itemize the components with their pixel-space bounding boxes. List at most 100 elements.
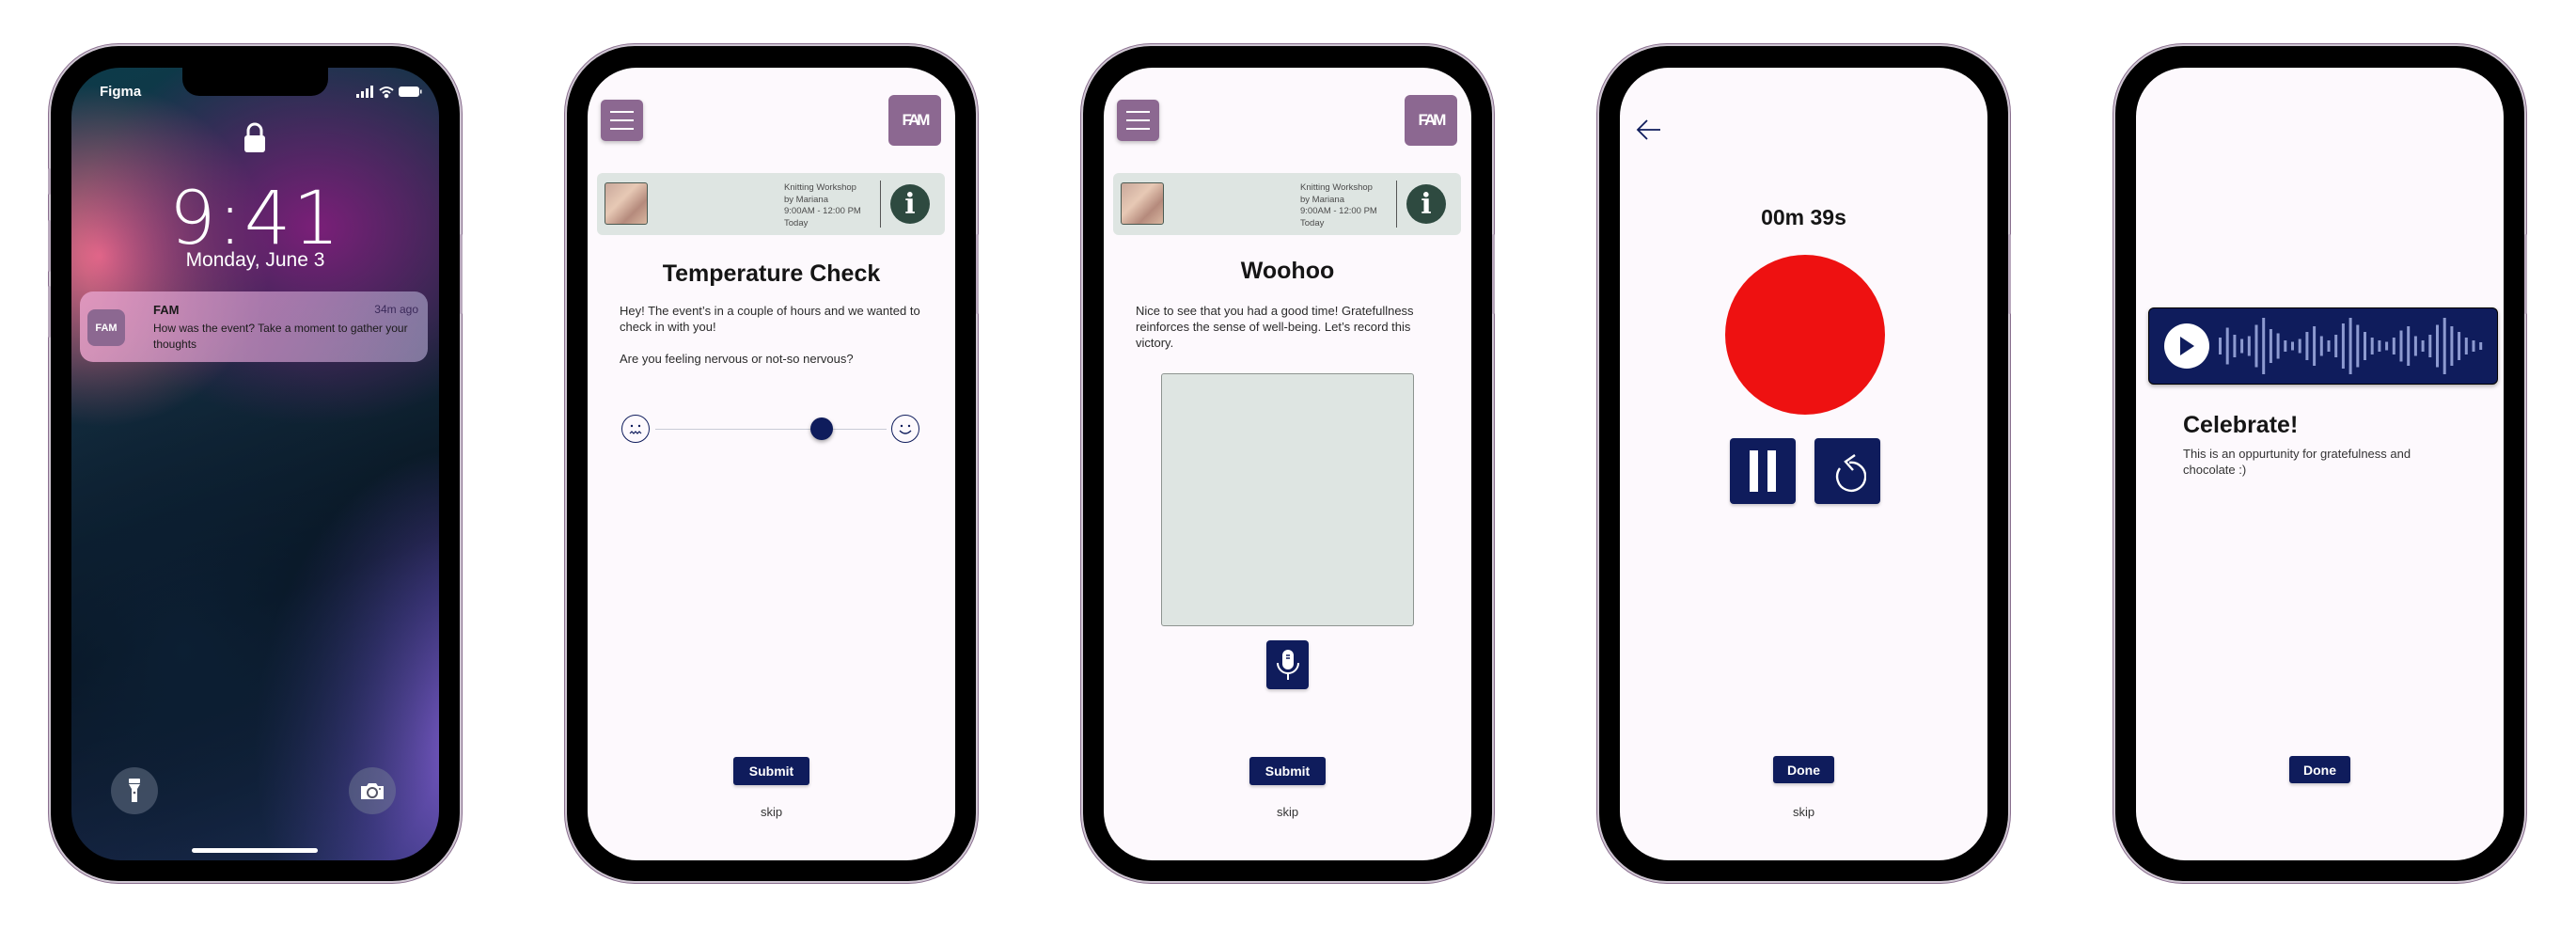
waveform-bar	[2233, 335, 2237, 357]
waveform-bar	[2298, 339, 2301, 354]
waveform-bar	[2428, 335, 2432, 357]
menu-button[interactable]	[1117, 100, 1159, 141]
waveform-bar	[2334, 335, 2338, 357]
celebrate-text: This is an oppurtunity for gratefulness …	[2183, 447, 2411, 477]
fam-logo[interactable]: FAM	[1405, 95, 1457, 146]
event-details: Knitting Workshop by Mariana 9:00AM - 12…	[1300, 182, 1377, 229]
submit-button[interactable]: Submit	[733, 757, 809, 785]
done-button[interactable]: Done	[1773, 756, 1834, 783]
waveform-bar	[2442, 318, 2446, 374]
play-button[interactable]	[2164, 323, 2209, 369]
event-thumbnail	[605, 182, 648, 225]
waveform-bar	[2240, 339, 2244, 354]
page-title: Celebrate!	[2183, 412, 2299, 438]
event-card[interactable]: Knitting Workshop by Mariana 9:00AM - 12…	[597, 173, 945, 235]
waveform-bar	[2458, 332, 2461, 360]
phone-lock-screen: Figma 9:41 Monday, June 3 FAM FAM 34m ag…	[48, 46, 463, 881]
waveform-bar	[2407, 326, 2411, 366]
info-icon[interactable]: i	[1406, 184, 1446, 224]
done-button[interactable]: Done	[2289, 756, 2350, 783]
play-icon	[2180, 337, 2194, 355]
waveform-bar	[2450, 326, 2454, 366]
back-button[interactable]	[1635, 118, 1661, 146]
event-title: Knitting Workshop	[784, 182, 856, 193]
lock-icon	[243, 122, 266, 158]
waveform-bar	[2254, 324, 2258, 368]
notification-card[interactable]: FAM FAM 34m ago How was the event? Take …	[80, 291, 428, 362]
status-icons	[356, 86, 422, 103]
waveform-bar	[2413, 336, 2417, 356]
waveform-bar	[2262, 318, 2266, 374]
waveform-bar	[2276, 333, 2280, 359]
waveform-bar	[2436, 324, 2439, 368]
event-day: Today	[1300, 217, 1325, 228]
event-time: 9:00AM - 12:00 PM	[1300, 206, 1377, 216]
waveform-bar	[2219, 338, 2222, 354]
skip-link[interactable]: skip	[1104, 805, 1471, 819]
logo-text: FAM	[902, 111, 931, 129]
event-card[interactable]: Knitting Workshop by Mariana 9:00AM - 12…	[1113, 173, 1461, 235]
event-day: Today	[784, 217, 809, 228]
waveform-bar	[2399, 330, 2403, 362]
microphone-button[interactable]	[1266, 640, 1309, 689]
waveform-bar	[2305, 332, 2309, 360]
mood-slider[interactable]	[621, 415, 922, 445]
info-icon[interactable]: i	[890, 184, 930, 224]
flashlight-icon	[129, 779, 140, 802]
waveform-bar	[2319, 336, 2323, 356]
recording-screen: 00m 39s Done skip	[1620, 68, 1987, 860]
phone-temperature-check: FAM Knitting Workshop by Mariana 9:00AM …	[567, 46, 979, 881]
skip-link[interactable]: skip	[1620, 805, 1987, 819]
waveform-bar	[2370, 338, 2374, 354]
phone-woohoo: FAM Knitting Workshop by Mariana 9:00AM …	[1083, 46, 1495, 881]
menu-button[interactable]	[601, 100, 643, 141]
waveform-bar	[2269, 329, 2272, 363]
app-icon-text: FAM	[95, 322, 118, 334]
info-glyph: i	[1421, 187, 1432, 221]
home-indicator[interactable]	[192, 848, 318, 853]
intro-text: Nice to see that you had a good time! Gr…	[1136, 304, 1414, 350]
celebrate-screen: Celebrate! This is an oppurtunity for gr…	[2136, 68, 2504, 860]
camera-button[interactable]	[349, 767, 396, 814]
event-thumbnail	[1121, 182, 1164, 225]
fam-app-icon: FAM	[87, 309, 125, 346]
signal-icon	[356, 86, 373, 98]
skip-link[interactable]: skip	[588, 805, 955, 819]
waveform-bar	[2247, 336, 2251, 356]
record-button[interactable]	[1725, 255, 1885, 415]
waveform-bar	[2341, 323, 2345, 369]
waveform-bar	[2313, 326, 2317, 366]
microphone-icon	[1276, 650, 1299, 680]
pause-icon	[1750, 450, 1776, 492]
card-divider	[1396, 181, 1397, 228]
pause-button[interactable]	[1730, 438, 1796, 504]
fam-logo[interactable]: FAM	[888, 95, 941, 146]
restart-icon	[1835, 454, 1866, 492]
event-time: 9:00AM - 12:00 PM	[784, 206, 861, 216]
audio-player[interactable]	[2148, 307, 2498, 385]
flashlight-button[interactable]	[111, 767, 158, 814]
info-glyph: i	[904, 187, 916, 221]
restart-button[interactable]	[1814, 438, 1880, 504]
slider-thumb[interactable]	[810, 417, 834, 440]
waveform-bar	[2284, 340, 2287, 352]
camera-icon	[361, 783, 384, 799]
waveform-bar	[2356, 324, 2360, 368]
phone-celebrate: Celebrate! This is an oppurtunity for gr…	[2115, 46, 2527, 881]
question-text: Are you feeling nervous or not-so nervou…	[620, 352, 854, 366]
gratitude-note-input[interactable]	[1161, 373, 1414, 626]
card-divider	[880, 181, 881, 228]
phone-recording: 00m 39s Done skip	[1599, 46, 2011, 881]
waveform-bar	[2464, 338, 2468, 354]
notification-time: 34m ago	[374, 303, 418, 316]
page-title: Temperature Check	[662, 260, 881, 287]
woohoo-screen: FAM Knitting Workshop by Mariana 9:00AM …	[1104, 68, 1471, 860]
temperature-check-screen: FAM Knitting Workshop by Mariana 9:00AM …	[588, 68, 955, 860]
submit-button[interactable]: Submit	[1249, 757, 1326, 785]
waveform-bar	[2378, 340, 2381, 352]
nervous-face-icon	[621, 415, 650, 443]
event-title: Knitting Workshop	[1300, 182, 1373, 193]
recording-timer: 00m 39s	[1761, 205, 1846, 229]
waveform-bar	[2327, 340, 2331, 352]
slider-track	[655, 429, 887, 430]
